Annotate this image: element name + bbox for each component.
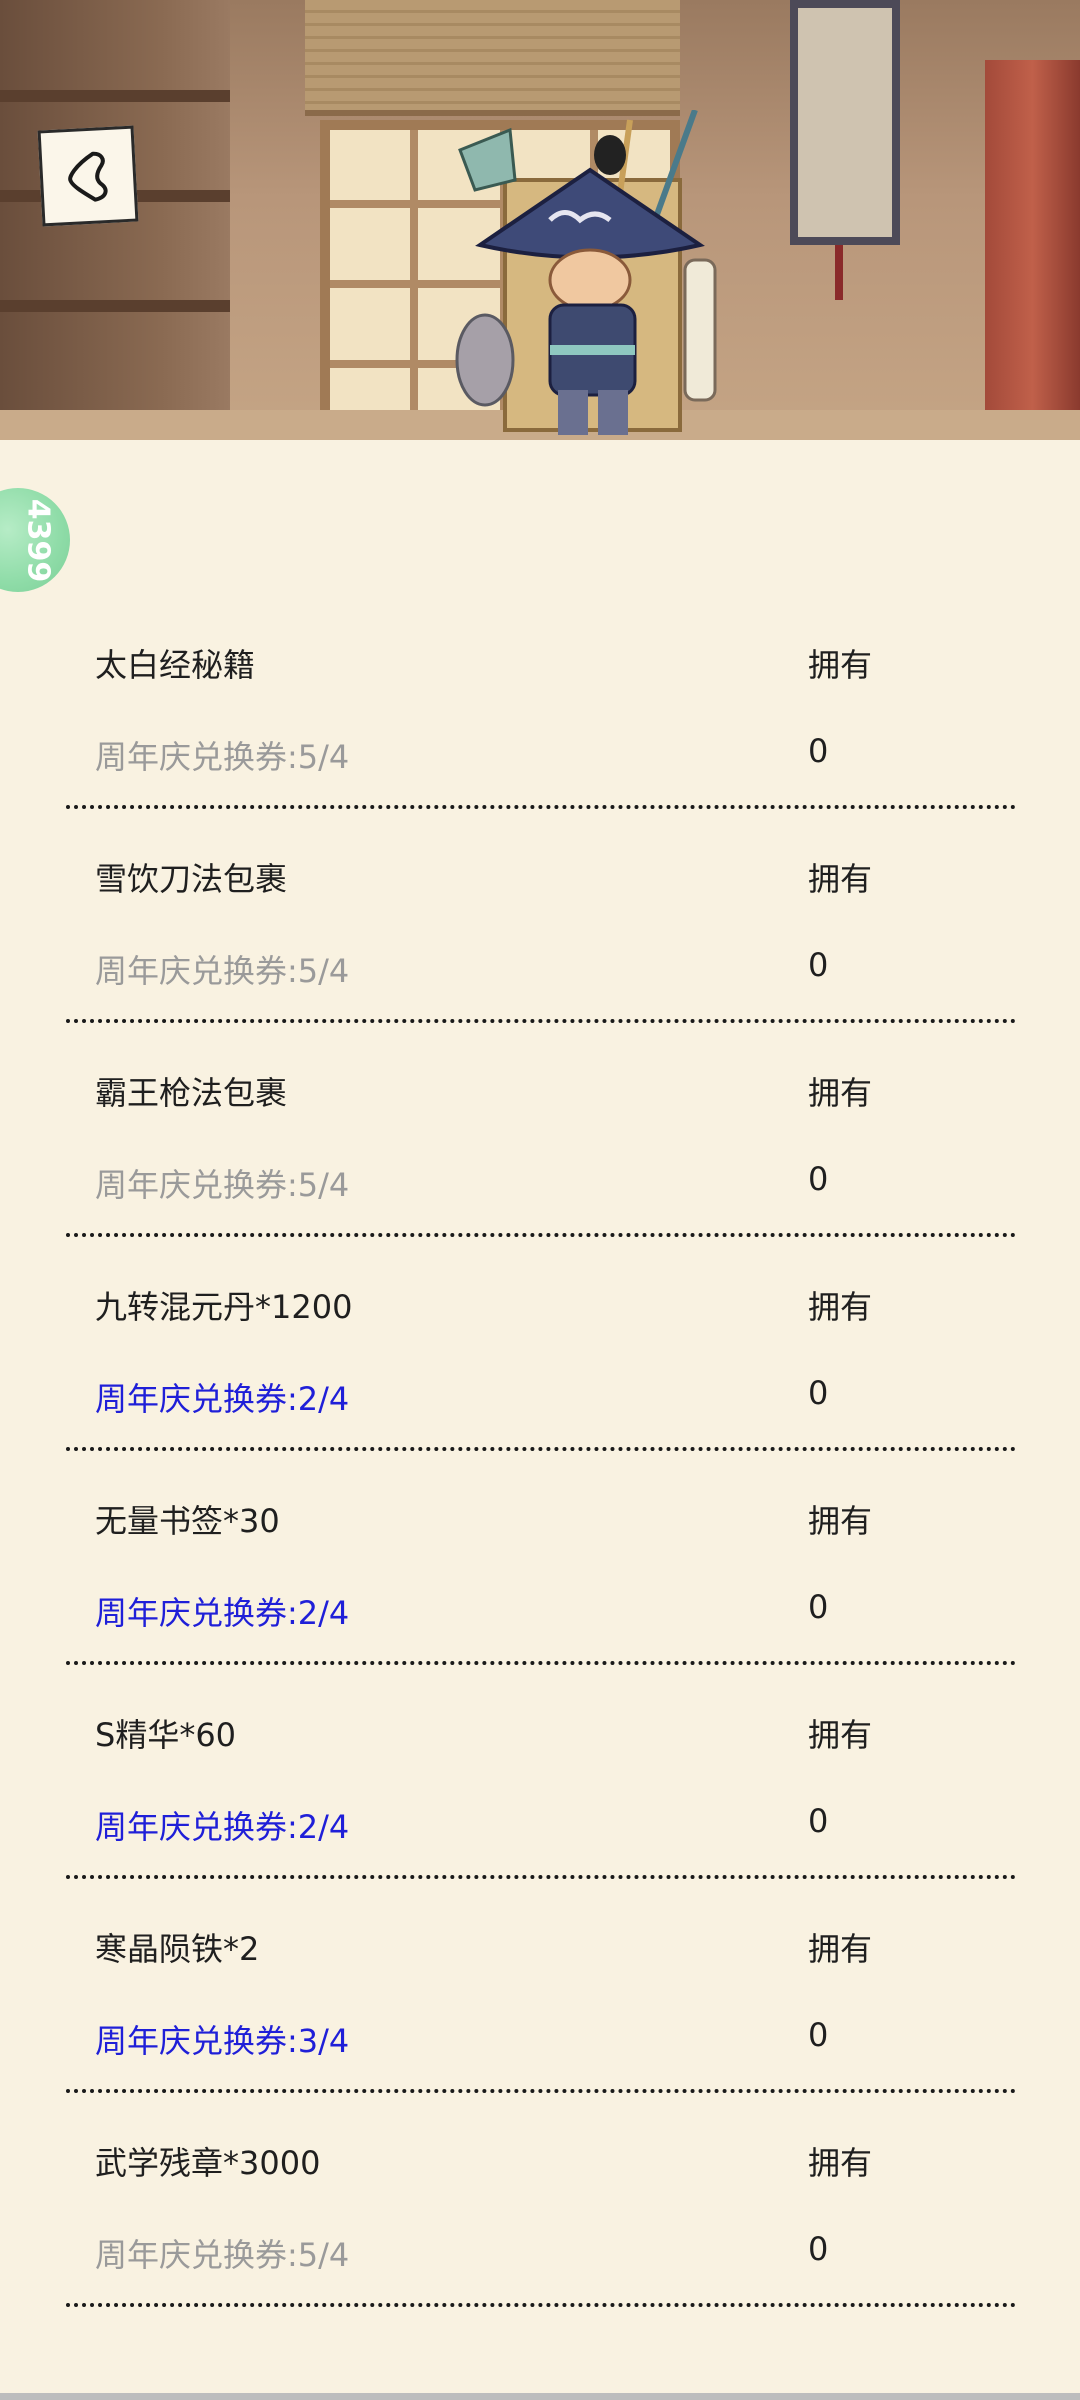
owned-label: 拥有 [808, 1502, 873, 1540]
owned-label: 拥有 [808, 646, 873, 684]
item-cost: 周年庆兑换券:5/4 [95, 952, 350, 990]
exchange-item[interactable]: 九转混元丹*1200 拥有 周年庆兑换券:2/4 0 [0, 1252, 1080, 1466]
dotted-divider [66, 2303, 1016, 2307]
exchange-item[interactable]: 霸王枪法包裹 拥有 周年庆兑换券:5/4 0 [0, 1038, 1080, 1252]
wandering-merchant-illustration [455, 110, 717, 435]
exchange-item-list: 太白经秘籍 拥有 周年庆兑换券:5/4 0 雪饮刀法包裹 拥有 周年庆兑换券:5… [0, 610, 1080, 2322]
exchange-item[interactable]: S精华*60 拥有 周年庆兑换券:2/4 0 [0, 1680, 1080, 1894]
owned-label: 拥有 [808, 1716, 873, 1754]
item-cost: 周年庆兑换券:3/4 [95, 2022, 350, 2060]
owned-count: 0 [808, 2230, 829, 2268]
owned-count: 0 [808, 1374, 829, 1412]
owned-label: 拥有 [808, 1074, 873, 1112]
owned-label: 拥有 [808, 2144, 873, 2182]
dotted-divider [66, 805, 1016, 809]
item-name: 霸王枪法包裹 [95, 1074, 288, 1112]
dotted-divider [66, 1661, 1016, 1665]
item-name: 雪饮刀法包裹 [95, 860, 288, 898]
exchange-item[interactable]: 太白经秘籍 拥有 周年庆兑换券:5/4 0 [0, 610, 1080, 824]
owned-label: 拥有 [808, 1288, 873, 1326]
owned-count: 0 [808, 1588, 829, 1626]
exchange-item[interactable]: 寒晶陨铁*2 拥有 周年庆兑换券:3/4 0 [0, 1894, 1080, 2108]
dotted-divider [66, 1019, 1016, 1023]
dotted-divider [66, 1233, 1016, 1237]
item-name: S精华*60 [95, 1716, 237, 1754]
back-button[interactable] [37, 125, 139, 227]
item-name: 无量书签*30 [95, 1502, 280, 1540]
dotted-divider [66, 1875, 1016, 1879]
wall-painting [790, 0, 900, 245]
owned-label: 拥有 [808, 860, 873, 898]
item-cost: 周年庆兑换券:5/4 [95, 738, 350, 776]
owned-count: 0 [808, 1802, 829, 1840]
dotted-divider [66, 2089, 1016, 2093]
item-name: 九转混元丹*1200 [95, 1288, 353, 1326]
owned-count: 0 [808, 2016, 829, 2054]
owned-count: 0 [808, 1160, 829, 1198]
item-cost: 周年庆兑换券:2/4 [95, 1380, 350, 1418]
wall-tassel [835, 245, 843, 300]
owned-count: 0 [808, 946, 829, 984]
bottom-edge [0, 2393, 1080, 2400]
item-cost: 周年庆兑换券:2/4 [95, 1594, 350, 1632]
item-name: 太白经秘籍 [95, 646, 256, 684]
exchange-item[interactable]: 武学残章*3000 拥有 周年庆兑换券:5/4 0 [0, 2108, 1080, 2322]
item-cost: 周年庆兑换券:2/4 [95, 1808, 350, 1846]
curtain [985, 60, 1080, 440]
exchange-item[interactable]: 无量书签*30 拥有 周年庆兑换券:2/4 0 [0, 1466, 1080, 1680]
header-scene [0, 0, 1080, 440]
item-name: 武学残章*3000 [95, 2144, 321, 2182]
back-arrow-icon [68, 151, 108, 202]
owned-count: 0 [808, 732, 829, 770]
coin-badge-text: 4399 [20, 498, 56, 582]
dotted-divider [66, 1447, 1016, 1451]
window-blind [305, 0, 680, 116]
exchange-item[interactable]: 雪饮刀法包裹 拥有 周年庆兑换券:5/4 0 [0, 824, 1080, 1038]
owned-label: 拥有 [808, 1930, 873, 1968]
item-name: 寒晶陨铁*2 [95, 1930, 260, 1968]
item-cost: 周年庆兑换券:5/4 [95, 1166, 350, 1204]
item-cost: 周年庆兑换券:5/4 [95, 2236, 350, 2274]
